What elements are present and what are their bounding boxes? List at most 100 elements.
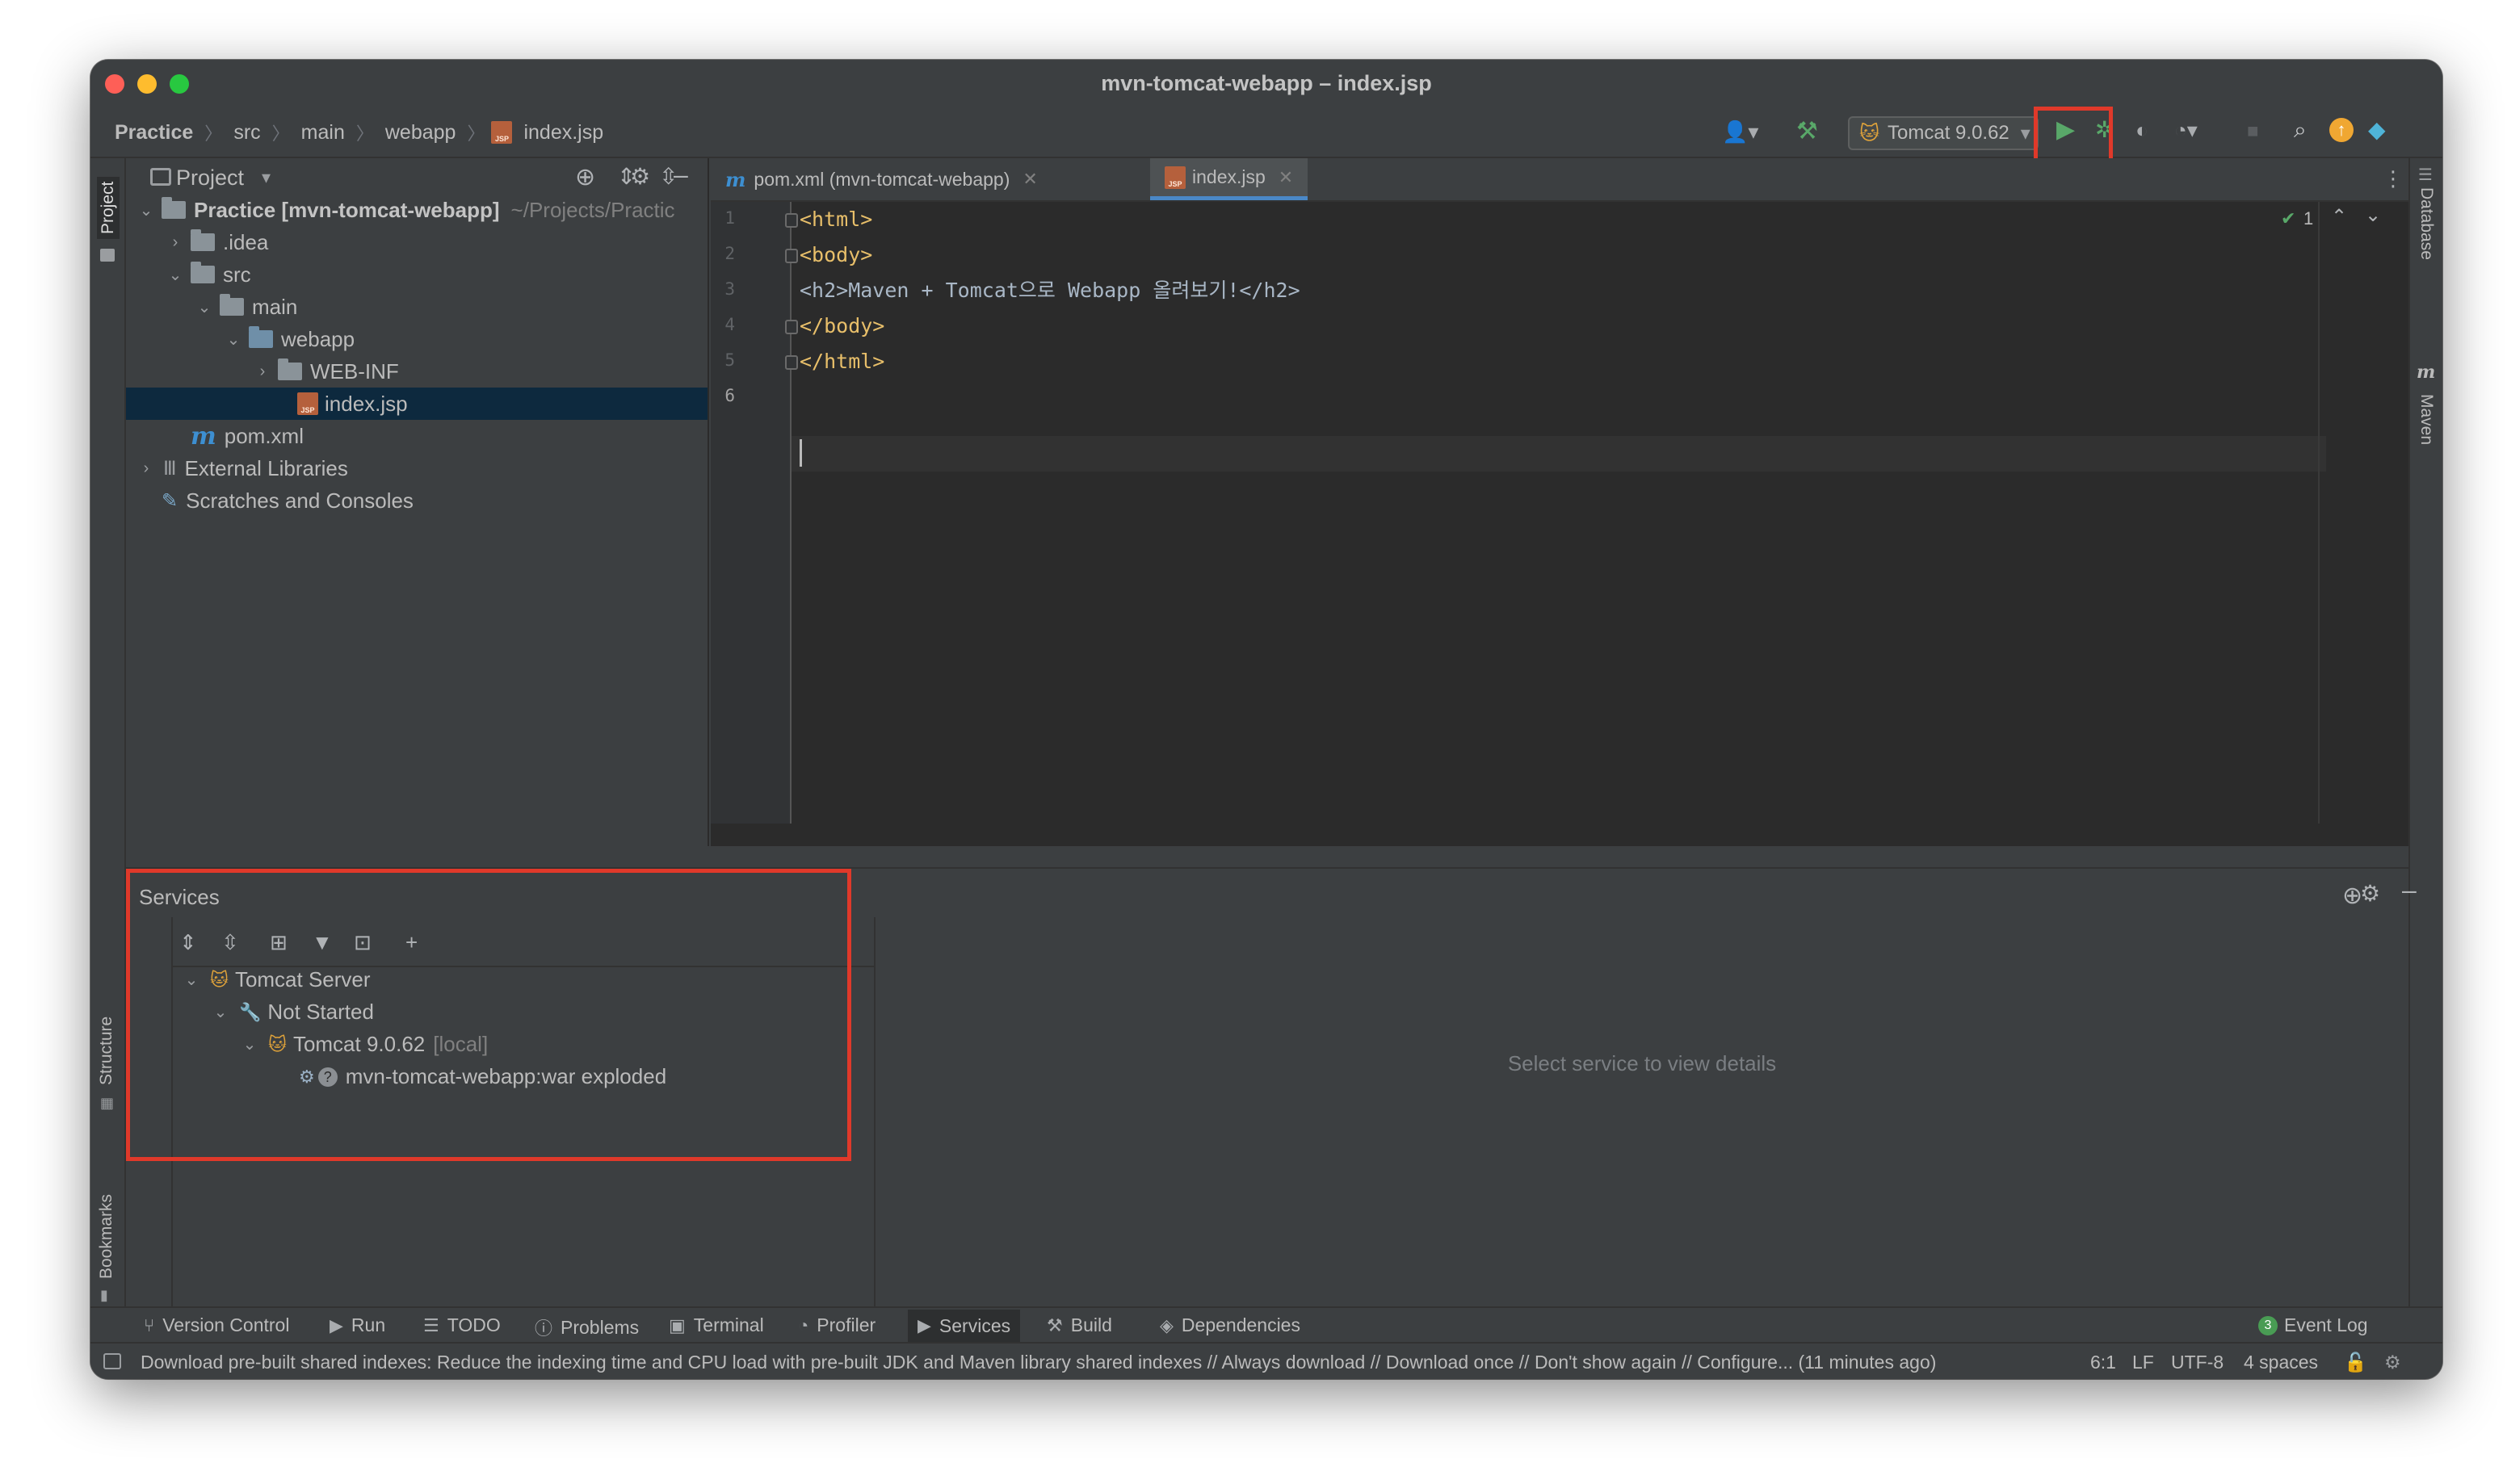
maven-icon: m (2417, 362, 2436, 383)
indent-setting[interactable]: 4 spaces (2244, 1352, 2318, 1373)
tool-profiler[interactable]: ◔ Profiler (798, 1314, 876, 1336)
breadcrumb-separator-icon: 〉 (467, 124, 485, 144)
fold-marker-icon[interactable] (785, 249, 798, 263)
fold-marker-icon[interactable] (785, 213, 798, 228)
tree-item-label: WEB-INF (310, 358, 399, 384)
line-number: 6 (724, 386, 735, 405)
line-number: 3 (724, 279, 735, 299)
layers-icon: ◈ (1160, 1314, 1174, 1335)
chevron-down-icon[interactable]: ⌄ (195, 297, 213, 317)
breadcrumb-project[interactable]: Practice (110, 121, 198, 145)
line-separator[interactable]: LF (2132, 1352, 2154, 1373)
tree-item-index-jsp[interactable]: index.jsp (126, 388, 708, 420)
tree-item-pom-xml[interactable]: m pom.xml (126, 420, 708, 452)
settings-gear-icon[interactable]: ⚙ (630, 163, 650, 190)
maven-tool-tab[interactable]: Maven (2417, 394, 2436, 445)
tab-index-jsp[interactable]: index.jsp ✕ (1150, 158, 1308, 200)
breadcrumb-separator-icon: 〉 (271, 124, 290, 144)
tool-build[interactable]: ⚒ Build (1047, 1314, 1112, 1336)
account-icon[interactable]: 👤▾ (1722, 119, 1758, 144)
chevron-down-icon[interactable]: ⌄ (2365, 203, 2381, 227)
tool-run[interactable]: ▶ Run (330, 1314, 385, 1336)
fold-marker-icon[interactable] (785, 320, 798, 334)
breadcrumb-file[interactable]: index.jsp (519, 121, 608, 145)
tree-item-src[interactable]: ⌄ src (126, 258, 708, 291)
run-configuration-selector[interactable]: 🐱 Tomcat 9.0.62 ▾ (1848, 116, 2039, 150)
chevron-right-icon[interactable]: › (137, 459, 155, 478)
services-panel: Services ⇕ ⇳ ⊞ ▼ ⊡ + ⌄ 🐱 Tomcat Server ⌄… (126, 867, 2408, 1308)
profile-icon[interactable]: ◔▾ (2174, 118, 2198, 142)
file-encoding[interactable]: UTF-8 (2171, 1352, 2224, 1373)
tree-item-scratches[interactable]: ✎ Scratches and Consoles (126, 484, 708, 517)
more-tabs-icon[interactable]: ⋮ (2383, 166, 2404, 191)
right-tool-stripe: ☰ Database m Maven (2408, 158, 2442, 1369)
chevron-down-icon[interactable]: ⌄ (166, 265, 184, 285)
tomcat-icon: 🐱 (1859, 122, 1880, 145)
bookmark-icon: ▮ (100, 1287, 108, 1303)
services-split-divider[interactable] (874, 917, 876, 1308)
bookmarks-tool-tab[interactable]: Bookmarks (97, 1194, 116, 1279)
status-message[interactable]: Download pre-built shared indexes: Reduc… (141, 1352, 1936, 1373)
chevron-down-icon[interactable]: ⌄ (137, 200, 155, 220)
tree-item-webapp[interactable]: ⌄ webapp (126, 323, 708, 355)
code-with-me-icon[interactable]: ◆ (2368, 118, 2386, 142)
close-tab-icon[interactable]: ✕ (1279, 167, 1293, 188)
chevron-up-icon[interactable]: ⌃ (2331, 205, 2347, 228)
tool-todo[interactable]: ☰ TODO (423, 1314, 501, 1336)
bottom-tool-bar: ⑂ Version Control ▶ Run ☰ TODO ⓘ Problem… (90, 1306, 2442, 1342)
code-line: <body> (800, 243, 873, 266)
tree-item-project-root[interactable]: ⌄ Practice [mvn-tomcat-webapp] ~/Project… (126, 194, 708, 226)
tool-terminal[interactable]: ▣ Terminal (669, 1314, 764, 1336)
settings-gear-icon[interactable]: ⚙ (2360, 880, 2380, 907)
run-with-coverage-icon[interactable]: ◐ (2135, 118, 2148, 142)
tool-label: Build (1070, 1314, 1112, 1335)
caret-position[interactable]: 6:1 (2090, 1352, 2116, 1373)
tree-item-web-inf[interactable]: › WEB-INF (126, 355, 708, 388)
tool-dependencies[interactable]: ◈ Dependencies (1160, 1314, 1300, 1336)
chevron-down-icon: ▾ (2020, 122, 2030, 145)
inspection-count: 1 (2303, 208, 2314, 228)
structure-tool-tab[interactable]: Structure (97, 1017, 116, 1085)
breadcrumb-webapp[interactable]: webapp (380, 121, 461, 145)
project-panel-header: Project ▾ ⊕ ⇕ ⇳ (126, 158, 708, 197)
project-tool-tab[interactable]: Project (97, 176, 120, 239)
project-panel-title[interactable]: Project (176, 166, 244, 191)
code-line: </html> (800, 350, 885, 373)
update-icon[interactable]: ↑ (2329, 118, 2354, 142)
search-icon[interactable]: ⌕ (2294, 118, 2307, 142)
tree-item-path: ~/Projects/Practic (510, 197, 675, 222)
hide-panel-icon[interactable]: – (674, 160, 688, 190)
tree-item-external-libraries[interactable]: › Ⅲ External Libraries (126, 452, 708, 484)
chevron-down-icon[interactable]: ▾ (262, 167, 271, 188)
breadcrumb-src[interactable]: src (229, 121, 265, 145)
tab-pom-xml[interactable]: m pom.xml (mvn-tomcat-webapp) ✕ (711, 158, 1052, 200)
jsp-file-icon (297, 392, 318, 415)
build-hammer-icon[interactable]: ⚒ (1796, 119, 1818, 144)
locate-file-icon[interactable]: ⊕ (575, 163, 595, 191)
line-number: 1 (724, 208, 735, 228)
inspection-ok-icon[interactable]: ✔ (2281, 208, 2295, 229)
code-editor[interactable]: 1 2 3 4 5 6 <html> <body> <h2>Maven + To… (711, 202, 2408, 919)
tree-item-idea[interactable]: › .idea (126, 226, 708, 258)
stop-icon[interactable]: ■ (2247, 119, 2259, 144)
tool-version-control[interactable]: ⑂ Version Control (144, 1314, 289, 1336)
chevron-down-icon[interactable]: ⌄ (225, 329, 242, 350)
hide-panel-icon[interactable]: – (2402, 875, 2417, 905)
tool-problems[interactable]: ⓘ Problems (535, 1314, 639, 1340)
profiler-icon: ◔ (798, 1314, 809, 1335)
tool-windows-toggle-icon[interactable] (103, 1353, 121, 1369)
memory-indicator-icon[interactable]: ⚙ (2384, 1352, 2401, 1373)
tool-services[interactable]: ▶ Services (908, 1310, 1021, 1342)
breadcrumb-separator-icon: 〉 (355, 124, 374, 144)
close-tab-icon[interactable]: ✕ (1023, 169, 1037, 190)
breadcrumb-main[interactable]: main (296, 121, 350, 145)
chevron-right-icon[interactable]: › (166, 233, 184, 252)
tool-event-log[interactable]: 3 Event Log (2258, 1314, 2368, 1336)
project-folder-icon (100, 249, 115, 262)
tree-item-main[interactable]: ⌄ main (126, 291, 708, 323)
tab-label: pom.xml (mvn-tomcat-webapp) (754, 168, 1010, 190)
fold-marker-icon[interactable] (785, 355, 798, 370)
chevron-right-icon[interactable]: › (254, 363, 271, 381)
lock-icon[interactable]: 🔓 (2344, 1352, 2367, 1373)
database-tool-tab[interactable]: Database (2417, 187, 2436, 260)
